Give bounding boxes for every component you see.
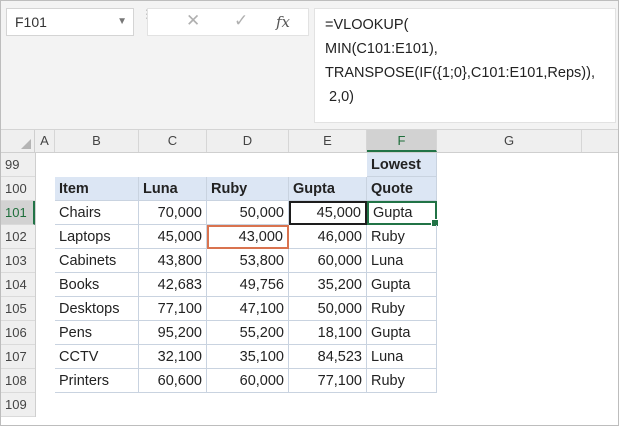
column-header-g[interactable]: G (437, 130, 582, 152)
luna-cell[interactable]: 32,100 (139, 345, 207, 369)
luna-cell[interactable]: 77,100 (139, 297, 207, 321)
item-cell[interactable]: Chairs (55, 201, 139, 225)
quote-cell[interactable]: Ruby (367, 297, 437, 321)
ruby-cell-min-highlight[interactable]: 43,000 (207, 225, 289, 249)
row-header[interactable]: 105 (1, 297, 35, 321)
item-cell[interactable]: Cabinets (55, 249, 139, 273)
gupta-cell-min-highlight[interactable]: 45,000 (289, 201, 367, 225)
active-cell[interactable]: Gupta (367, 201, 439, 227)
gupta-cell[interactable]: 18,100 (289, 321, 367, 345)
row-header[interactable]: 108 (1, 369, 35, 393)
quote-cell[interactable]: Luna (367, 345, 437, 369)
column-header-b[interactable]: B (55, 130, 139, 152)
item-cell[interactable]: Desktops (55, 297, 139, 321)
formula-buttons: ✕ ✓ fx (147, 8, 309, 36)
gupta-cell[interactable]: 35,200 (289, 273, 367, 297)
row-header[interactable]: 101 (1, 201, 35, 225)
header-cell-lowest[interactable]: Lowest (367, 153, 437, 177)
gupta-cell[interactable]: 50,000 (289, 297, 367, 321)
luna-cell[interactable]: 43,800 (139, 249, 207, 273)
row-header[interactable]: 107 (1, 345, 35, 369)
row-header[interactable]: 102 (1, 225, 35, 249)
formula-line: 2,0) (325, 89, 355, 105)
name-box[interactable]: F101 ▼ (6, 8, 134, 36)
formula-line: MIN(C101:E101), (325, 41, 438, 57)
chevron-down-icon[interactable]: ▼ (117, 9, 127, 35)
row-header[interactable]: 109 (1, 393, 35, 417)
column-header-c[interactable]: C (139, 130, 207, 152)
ruby-cell[interactable]: 50,000 (207, 201, 289, 225)
header-cell-luna[interactable]: Luna (139, 177, 207, 201)
formula-line: TRANSPOSE(IF({1;0},C101:E101,Reps)), (325, 65, 595, 81)
luna-cell[interactable]: 42,683 (139, 273, 207, 297)
insert-function-button[interactable]: fx (276, 13, 290, 31)
select-all-button[interactable] (1, 130, 35, 152)
item-cell[interactable]: Books (55, 273, 139, 297)
ruby-cell[interactable]: 60,000 (207, 369, 289, 393)
luna-cell[interactable]: 45,000 (139, 225, 207, 249)
column-header-a[interactable]: A (35, 130, 55, 152)
item-cell[interactable]: Printers (55, 369, 139, 393)
item-cell[interactable]: CCTV (55, 345, 139, 369)
item-cell[interactable]: Laptops (55, 225, 139, 249)
ruby-cell[interactable]: 53,800 (207, 249, 289, 273)
gupta-cell[interactable]: 84,523 (289, 345, 367, 369)
column-header-d[interactable]: D (207, 130, 289, 152)
row-header[interactable]: 100 (1, 177, 35, 201)
formula-input[interactable]: =VLOOKUP( MIN(C101:E101), TRANSPOSE(IF({… (314, 8, 616, 123)
luna-cell[interactable]: 70,000 (139, 201, 207, 225)
quote-cell[interactable]: Luna (367, 249, 437, 273)
column-header-f[interactable]: F (367, 130, 437, 152)
row-header[interactable]: 106 (1, 321, 35, 345)
close-icon[interactable]: ✕ (186, 11, 200, 31)
quote-cell[interactable]: Ruby (367, 225, 437, 249)
gupta-cell[interactable]: 77,100 (289, 369, 367, 393)
spreadsheet-window: F101 ▼ ⋮ ✕ ✓ fx =VLOOKUP( MIN(C101:E101)… (0, 0, 619, 426)
formula-line: =VLOOKUP( (325, 17, 409, 33)
row-header[interactable]: 99 (1, 153, 35, 177)
quote-value: Gupta (373, 205, 413, 221)
formula-area: F101 ▼ ⋮ ✕ ✓ fx =VLOOKUP( MIN(C101:E101)… (1, 1, 618, 130)
header-cell-gupta[interactable]: Gupta (289, 177, 367, 201)
column-header-e[interactable]: E (289, 130, 367, 152)
ruby-cell[interactable]: 35,100 (207, 345, 289, 369)
check-icon[interactable]: ✓ (234, 11, 248, 31)
header-cell-item[interactable]: Item (55, 177, 139, 201)
luna-cell[interactable]: 60,600 (139, 369, 207, 393)
ruby-cell[interactable]: 55,200 (207, 321, 289, 345)
row-headers: 99 100 101 102 103 104 105 106 107 108 1… (1, 153, 36, 417)
ruby-cell[interactable]: 49,756 (207, 273, 289, 297)
quote-cell[interactable]: Ruby (367, 369, 437, 393)
row-header[interactable]: 103 (1, 249, 35, 273)
gupta-cell[interactable]: 60,000 (289, 249, 367, 273)
quote-cell[interactable]: Gupta (367, 321, 437, 345)
row-header[interactable]: 104 (1, 273, 35, 297)
item-cell[interactable]: Pens (55, 321, 139, 345)
name-box-value: F101 (15, 14, 47, 30)
luna-cell[interactable]: 95,200 (139, 321, 207, 345)
gupta-cell[interactable]: 46,000 (289, 225, 367, 249)
header-cell-ruby[interactable]: Ruby (207, 177, 289, 201)
quote-cell[interactable]: Gupta (367, 273, 437, 297)
column-headers: A B C D E F G (1, 130, 618, 153)
header-cell-quote[interactable]: Quote (367, 177, 437, 201)
ruby-cell[interactable]: 47,100 (207, 297, 289, 321)
